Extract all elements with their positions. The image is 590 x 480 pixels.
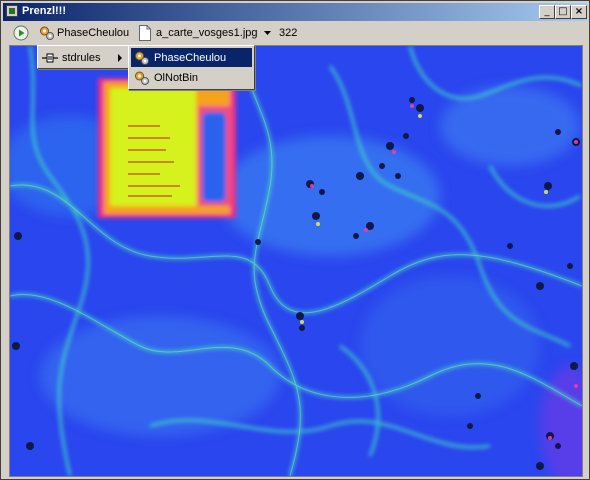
window-title: Prenzl!!!	[22, 5, 66, 17]
menu-item-phasecheulou[interactable]: PhaseCheulou	[131, 48, 252, 67]
file-button-label: a_carte_vosges1.jpg	[156, 27, 258, 39]
minimize-button[interactable]: _	[539, 5, 555, 19]
title-bar[interactable]: Prenzl!!! _ □ ×	[3, 3, 587, 21]
image-dropdown-button[interactable]	[263, 24, 272, 42]
chevron-right-icon	[118, 53, 122, 62]
toolbar: PhaseCheulou a_carte_vosges1.jpg 322	[3, 22, 587, 44]
rule-icon	[42, 53, 58, 62]
menu-item-phasecheulou-label: PhaseCheulou	[154, 51, 227, 64]
value-label: 322	[279, 27, 298, 39]
document-icon	[139, 25, 151, 41]
play-icon	[13, 25, 29, 41]
image-canvas[interactable]	[9, 45, 583, 477]
file-button[interactable]: a_carte_vosges1.jpg	[138, 24, 258, 42]
menu-item-olnotbin[interactable]: OlNotBin	[131, 68, 252, 87]
menu-item-stdrules[interactable]: stdrules	[40, 48, 126, 67]
play-button[interactable]	[13, 24, 29, 42]
menu-item-olnotbin-label: OlNotBin	[154, 71, 199, 84]
filter-submenu: PhaseCheulou OlNotBin	[128, 45, 255, 90]
chevron-down-icon	[264, 31, 271, 35]
gears-icon	[40, 26, 54, 40]
filtered-map-image	[10, 46, 582, 476]
filter-button[interactable]: PhaseCheulou	[39, 24, 129, 42]
app-icon	[6, 5, 18, 17]
app-window: Prenzl!!! _ □ × PhaseCheulou a_carte_vos…	[0, 0, 590, 480]
menu-item-stdrules-label: stdrules	[62, 51, 101, 64]
close-button[interactable]: ×	[571, 5, 587, 19]
gears-icon	[135, 71, 149, 85]
gears-icon	[135, 51, 149, 65]
category-menu: stdrules	[37, 45, 129, 69]
maximize-button[interactable]: □	[555, 5, 571, 19]
filter-button-label: PhaseCheulou	[57, 27, 130, 39]
